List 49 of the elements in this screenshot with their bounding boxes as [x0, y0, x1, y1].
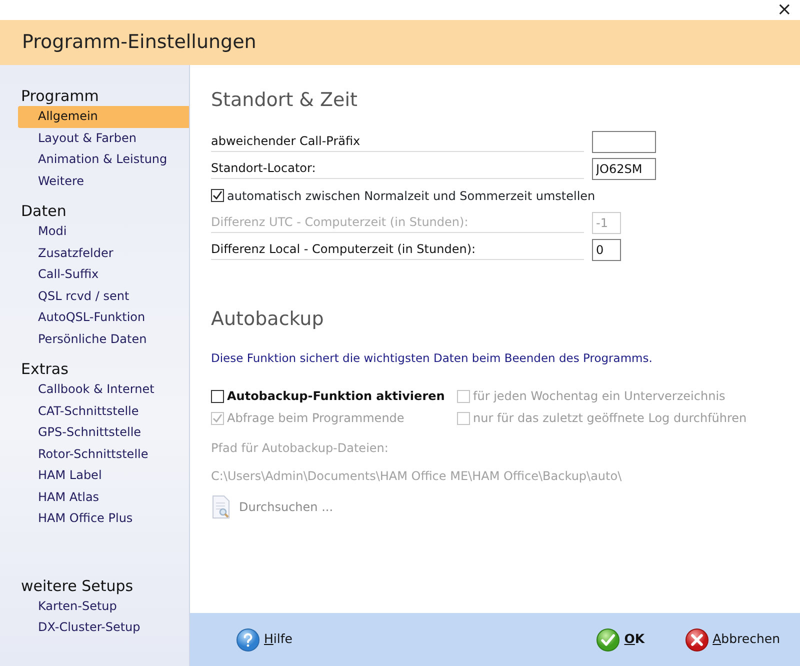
cancel-button[interactable]: Abbrechen [684, 628, 780, 652]
field-label: Differenz Local - Computerzeit (in Stunden): [211, 239, 584, 260]
sidebar-group-heading: Daten [20, 201, 68, 221]
section-heading: Autobackup [211, 307, 325, 332]
help-icon [236, 628, 260, 652]
sidebar-item[interactable]: Persönliche Daten [18, 328, 189, 350]
window-title: Programm-Einstellungen [22, 30, 256, 56]
checkbox-label: automatisch zwischen Normalzeit und Sommerzeit umstellen [227, 188, 596, 204]
sidebar-item[interactable]: HAM Office Plus [18, 508, 189, 530]
checkbox-label: Abfrage beim Programmende [227, 410, 404, 428]
document-search-icon [211, 495, 231, 520]
sidebar-group-heading: Extras [20, 359, 70, 379]
sidebar-item[interactable]: HAM Label [18, 465, 189, 486]
sidebar-item[interactable]: Layout & Farben [18, 128, 189, 149]
checkbox[interactable] [211, 189, 224, 202]
sidebar-item[interactable]: Rotor-Schnittstelle [18, 444, 189, 465]
sidebar-item[interactable]: AutoQSL-Funktion [18, 307, 189, 328]
sidebar-item[interactable]: Allgemein [18, 106, 189, 128]
help-button[interactable]: Hilfe [236, 628, 292, 652]
sidebar-item[interactable]: QSL rcvd / sent [18, 286, 189, 307]
checkbox-label: Autobackup-Funktion aktivieren [227, 388, 445, 406]
sidebar-item[interactable]: Weitere [18, 170, 189, 192]
checkbox-label: für jeden Wochentag ein Unterverzeichnis [473, 388, 726, 406]
field-label: Standort-Locator: [211, 158, 584, 179]
sidebar-item[interactable]: Modi [18, 221, 189, 242]
sidebar-item[interactable]: Animation & Leistung [18, 149, 189, 170]
input-field[interactable] [592, 130, 656, 152]
sidebar-item[interactable]: GPS-Schnittstelle [18, 422, 189, 444]
check-icon [596, 628, 620, 652]
sidebar-item[interactable]: Callbook & Internet [18, 379, 189, 400]
sidebar-group-heading: weitere Setups [20, 576, 134, 596]
path-label: Pfad für Autobackup-Dateien: [211, 440, 390, 458]
ok-button[interactable]: OK [596, 628, 645, 652]
sidebar-item[interactable]: CAT-Schnittstelle [18, 400, 189, 422]
sidebar-item[interactable]: Zusatzfelder [18, 242, 189, 264]
checkbox-label: nur für das zuletzt geöffnete Log durchführen [473, 410, 747, 428]
sidebar-item[interactable]: HAM Atlas [18, 486, 189, 508]
close-icon [684, 628, 709, 652]
close-button[interactable]: × [768, 0, 800, 20]
sidebar-item[interactable]: DX-Cluster-Setup [18, 617, 189, 638]
section-heading: Standort & Zeit [211, 88, 358, 113]
sidebar-item[interactable]: Call-Suffix [18, 264, 189, 286]
sidebar-item[interactable]: Karten-Setup [18, 596, 189, 617]
input-field[interactable]: 0 [592, 238, 621, 260]
path-text: C:\Users\Admin\Documents\HAM Office ME\HAM Office\Backup\auto\ [211, 468, 623, 486]
field-label: Differenz UTC - Computerzeit (in Stunden): [211, 212, 584, 233]
info-text: Diese Funktion sichert die wichtigsten Daten beim Beenden des Programms. [211, 350, 654, 367]
sidebar-group-heading: Programm [20, 86, 100, 106]
field-label: abweichender Call-Präfix [211, 131, 584, 152]
